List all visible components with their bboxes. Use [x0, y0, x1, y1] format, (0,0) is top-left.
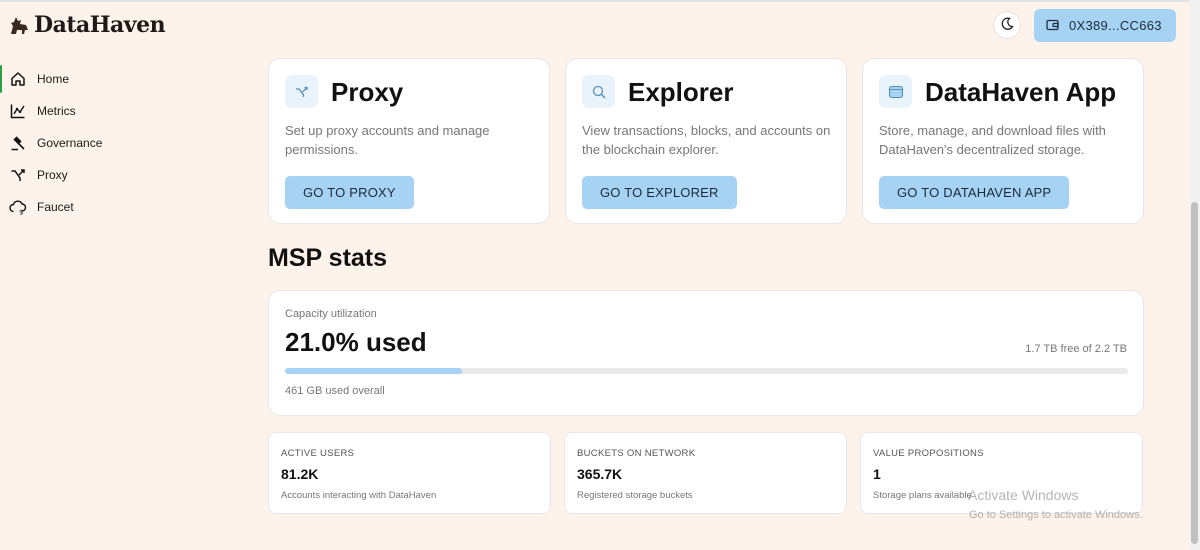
card-description: View transactions, blocks, and accounts … [582, 123, 831, 157]
stat-value: 81.2K [281, 466, 319, 482]
app-window-icon [879, 75, 912, 108]
card-title: Proxy [331, 77, 404, 107]
sidebar-item-label: Faucet [37, 200, 74, 214]
stat-description: Storage plans available [873, 490, 972, 501]
gavel-icon [9, 134, 27, 152]
proxy-icon [9, 166, 27, 184]
sidebar-item-label: Metrics [37, 104, 76, 118]
proxy-card: Proxy Set up proxy accounts and manage p… [268, 58, 550, 224]
section-title: MSP stats [268, 244, 388, 272]
sidebar-item-governance[interactable]: Governance [0, 127, 200, 159]
activation-watermark-subtitle: Go to Settings to activate Windows. [969, 509, 1143, 521]
stat-label: VALUE PROPOSITIONS [873, 448, 984, 459]
capacity-progress-fill [285, 368, 463, 374]
sidebar-item-label: Home [37, 72, 70, 86]
stat-card-active-users: ACTIVE USERS 81.2K Accounts interacting … [268, 432, 551, 514]
metrics-icon [9, 102, 27, 120]
sidebar-item-label: Proxy [37, 168, 68, 182]
card-title: DataHaven App [925, 77, 1117, 107]
go-to-explorer-button[interactable]: GO TO EXPLORER [582, 176, 737, 209]
app-logo[interactable]: DataHaven [8, 10, 166, 40]
theme-toggle-button[interactable] [993, 11, 1021, 39]
logo-icon [8, 14, 30, 36]
stat-card-buckets: BUCKETS ON NETWORK 365.7K Registered sto… [564, 432, 847, 514]
stat-description: Registered storage buckets [577, 490, 693, 501]
top-border [0, 0, 1200, 2]
capacity-label: Capacity utilization [285, 308, 377, 320]
activation-watermark-title: Activate Windows [968, 487, 1079, 503]
search-icon [582, 75, 615, 108]
stat-value: 1 [873, 466, 881, 482]
scrollbar-thumb[interactable] [1191, 202, 1198, 544]
sidebar-item-faucet[interactable]: $ Faucet [0, 191, 200, 223]
go-to-proxy-button[interactable]: GO TO PROXY [285, 176, 414, 209]
stat-value: 365.7K [577, 466, 623, 482]
go-to-datahaven-app-button[interactable]: GO TO DATAHAVEN APP [879, 176, 1070, 209]
capacity-free-text: 1.7 TB free of 2.2 TB [1025, 343, 1127, 355]
card-description: Set up proxy accounts and manage permiss… [285, 123, 490, 157]
moon-icon [1000, 16, 1014, 35]
app-name: DataHaven [34, 12, 166, 38]
sidebar: Home Metrics Governance Proxy $ Faucet [0, 63, 200, 223]
wallet-icon [1046, 18, 1069, 34]
sidebar-item-proxy[interactable]: Proxy [0, 159, 200, 191]
card-title: Explorer [628, 77, 734, 107]
stat-label: ACTIVE USERS [281, 448, 355, 459]
proxy-icon [285, 75, 318, 108]
sidebar-item-home[interactable]: Home [0, 63, 200, 95]
wallet-button[interactable]: 0X389...CC663 [1034, 9, 1176, 42]
capacity-note: 461 GB used overall [285, 385, 385, 397]
capacity-value: 21.0% used [285, 327, 427, 357]
capacity-card: Capacity utilization 21.0% used 1.7 TB f… [268, 290, 1144, 416]
sidebar-item-metrics[interactable]: Metrics [0, 95, 200, 127]
explorer-card: Explorer View transactions, blocks, and … [565, 58, 847, 224]
home-icon [9, 70, 27, 88]
stat-label: BUCKETS ON NETWORK [577, 448, 696, 459]
capacity-progress-bar [285, 368, 1128, 374]
stat-description: Accounts interacting with DataHaven [281, 490, 437, 501]
sidebar-item-label: Governance [37, 136, 103, 150]
datahaven-app-card: DataHaven App Store, manage, and downloa… [862, 58, 1144, 224]
cloud-coin-icon: $ [9, 198, 27, 216]
card-description: Store, manage, and download files with D… [879, 123, 1106, 157]
wallet-address: 0X389...CC663 [1069, 18, 1162, 33]
svg-text:$: $ [19, 209, 23, 216]
